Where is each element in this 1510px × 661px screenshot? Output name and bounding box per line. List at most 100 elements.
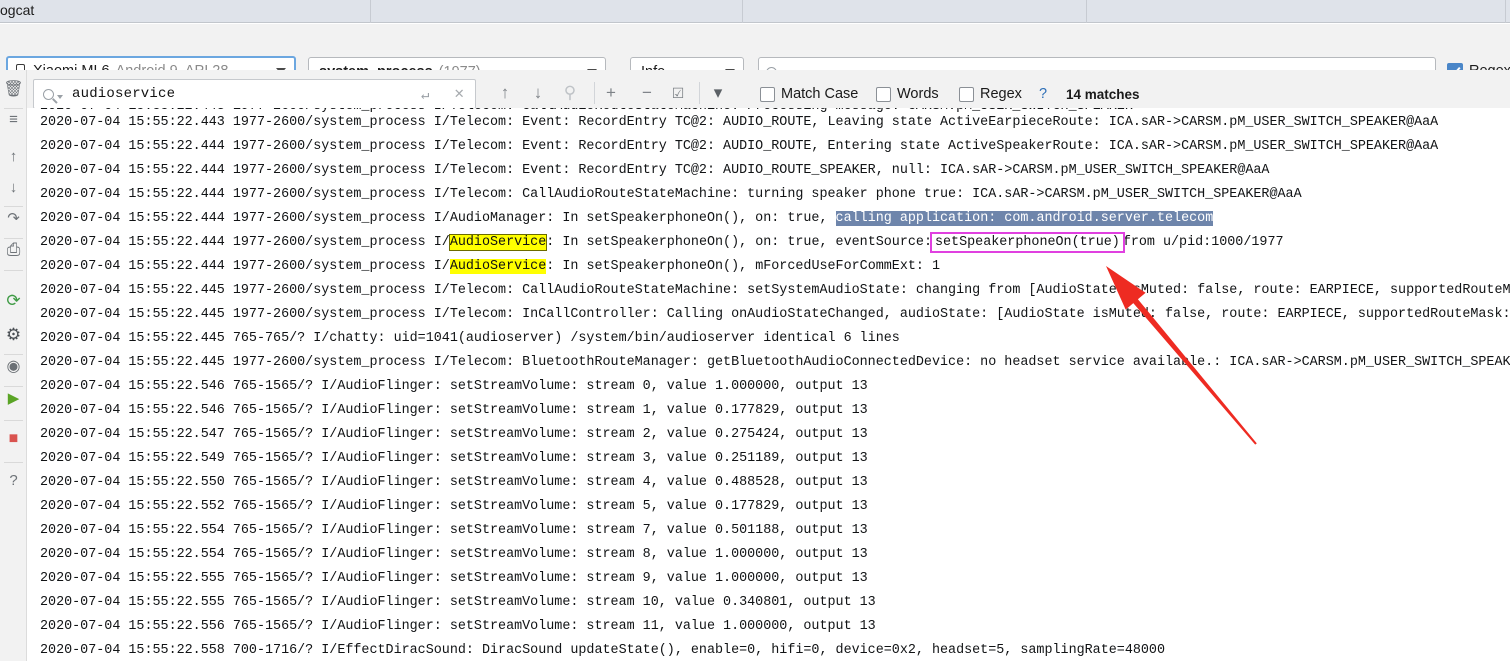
- log-text: 2020-07-04 15:55:22.445 1977-2600/system…: [40, 283, 1510, 298]
- down-icon[interactable]: ↓: [0, 179, 27, 197]
- log-text: 2020-07-04 15:55:22.445 1977-2600/system…: [40, 307, 1510, 322]
- rail-separator: [4, 386, 23, 387]
- soft-wrap-icon[interactable]: ↷: [0, 210, 27, 228]
- log-text: 2020-07-04 15:55:22.555 765-1565/? I/Aud…: [40, 595, 876, 610]
- log-line[interactable]: 2020-07-04 15:55:22.546 765-1565/? I/Aud…: [40, 403, 868, 419]
- log-line[interactable]: 2020-07-04 15:55:22.554 765-1565/? I/Aud…: [40, 523, 868, 539]
- help-icon[interactable]: ?: [0, 472, 27, 490]
- tool-window-tabstrip: ogcat: [0, 0, 1510, 23]
- log-highlight: setSpeakerphoneOn(true): [929, 232, 1125, 253]
- rail-separator: [4, 462, 23, 463]
- log-line[interactable]: 2020-07-04 15:55:22.443 1977-2600/system…: [40, 115, 1438, 131]
- rail-separator: [4, 270, 23, 271]
- logcat-filter-toolbar: Xiaomi MI 6 Android 9, API 28 system_pro…: [0, 24, 1510, 87]
- match-case-checkbox[interactable]: Match Case: [760, 86, 858, 102]
- log-text: 2020-07-04 15:55:22.445 765-765/? I/chat…: [40, 331, 900, 346]
- log-text: from u/pid:1000/1977: [1122, 235, 1284, 250]
- log-text: 2020-07-04 15:55:22.552 765-1565/? I/Aud…: [40, 499, 868, 514]
- log-text: 2020-07-04 15:55:22.554 765-1565/? I/Aud…: [40, 547, 868, 562]
- log-line[interactable]: 2020-07-04 15:55:22.547 765-1565/? I/Aud…: [40, 427, 868, 443]
- log-highlight: AudioService: [448, 234, 548, 251]
- log-text: 2020-07-04 15:55:22.555 765-1565/? I/Aud…: [40, 571, 868, 586]
- clear-logcat-icon[interactable]: 🗑: [0, 81, 27, 99]
- log-line[interactable]: 2020-07-04 15:55:22.556 765-1565/? I/Aud…: [40, 619, 876, 635]
- words-label: Words: [897, 86, 939, 102]
- scroll-to-end-icon[interactable]: ≡: [0, 111, 27, 129]
- chevron-down-icon: [57, 94, 63, 99]
- tab-logcat[interactable]: ogcat: [0, 2, 34, 18]
- log-line[interactable]: 2020-07-04 15:55:22.444 1977-2600/system…: [40, 163, 1269, 179]
- log-line[interactable]: 2020-07-04 15:55:22.444 1977-2600/system…: [40, 211, 1214, 227]
- log-line[interactable]: 2020-07-04 15:55:22.445 1977-2600/system…: [40, 283, 1510, 299]
- log-line[interactable]: 2020-07-04 15:55:22.546 765-1565/? I/Aud…: [40, 379, 868, 395]
- print-icon[interactable]: ⎙: [0, 241, 27, 259]
- check-line-icon[interactable]: ☑: [667, 83, 689, 105]
- filter-icon[interactable]: ▾: [707, 83, 729, 105]
- screen-record-icon[interactable]: ▶: [0, 390, 27, 408]
- find-query-value: audioservice: [72, 86, 176, 102]
- log-line[interactable]: 2020-07-04 15:55:22.552 765-1565/? I/Aud…: [40, 499, 868, 515]
- find-help-icon[interactable]: ?: [1039, 86, 1047, 102]
- find-next-icon[interactable]: ↓: [527, 83, 549, 105]
- log-line[interactable]: 2020-07-04 15:55:22.445 1977-2600/system…: [40, 307, 1510, 323]
- log-text: 2020-07-04 15:55:22.444 1977-2600/system…: [40, 211, 836, 226]
- tabstrip-divider: [742, 0, 743, 23]
- checkbox-icon[interactable]: [959, 86, 974, 102]
- log-line[interactable]: 2020-07-04 15:55:22.443 1977-2600/system…: [40, 108, 1133, 115]
- log-line[interactable]: 2020-07-04 15:55:22.555 765-1565/? I/Aud…: [40, 595, 876, 611]
- search-icon: [43, 88, 54, 100]
- stop-icon[interactable]: ■: [0, 430, 27, 448]
- log-line[interactable]: 2020-07-04 15:55:22.445 765-765/? I/chat…: [40, 331, 900, 347]
- log-text: 2020-07-04 15:55:22.444 1977-2600/system…: [40, 163, 1270, 178]
- add-line-icon[interactable]: +: [600, 83, 622, 105]
- close-icon[interactable]: ✕: [454, 86, 464, 102]
- log-line[interactable]: 2020-07-04 15:55:22.445 1977-2600/system…: [40, 355, 1510, 371]
- toolbar-separator: [594, 82, 595, 104]
- log-text: : In setSpeakerphoneOn(), mForcedUseForC…: [546, 259, 941, 274]
- log-line[interactable]: 2020-07-04 15:55:22.558 700-1716/? I/Eff…: [40, 643, 1165, 659]
- log-text: 2020-07-04 15:55:22.550 765-1565/? I/Aud…: [40, 475, 868, 490]
- log-line[interactable]: 2020-07-04 15:55:22.549 765-1565/? I/Aud…: [40, 451, 868, 467]
- log-text: 2020-07-04 15:55:22.445 1977-2600/system…: [40, 355, 1510, 370]
- select-all-occurrences-icon[interactable]: ⚲: [559, 83, 581, 105]
- logcat-side-toolbar: 🗑 ≡ ↑ ↓ ↷ ⎙ ⟳ ⚙ ◉ ▶ ■ ?: [0, 70, 27, 661]
- tabstrip-divider: [370, 0, 371, 23]
- words-checkbox[interactable]: Words: [876, 86, 939, 102]
- log-text: 2020-07-04 15:55:22.549 765-1565/? I/Aud…: [40, 451, 868, 466]
- regex-label: Regex: [980, 86, 1022, 102]
- screenshot-icon[interactable]: ◉: [0, 358, 27, 376]
- log-text: 2020-07-04 15:55:22.443 1977-2600/system…: [40, 115, 1439, 130]
- log-text: 2020-07-04 15:55:22.444 1977-2600/system…: [40, 187, 1302, 202]
- log-text: 2020-07-04 15:55:22.444 1977-2600/system…: [40, 139, 1439, 154]
- log-highlight: calling application: com.android.server.…: [835, 211, 1214, 226]
- remove-line-icon[interactable]: −: [636, 83, 658, 105]
- checkbox-icon[interactable]: [760, 86, 775, 102]
- logcat-output[interactable]: 2020-07-04 15:55:22.443 1977-2600/system…: [28, 108, 1510, 661]
- find-previous-icon[interactable]: ↑: [494, 83, 516, 105]
- tabstrip-divider: [1505, 0, 1506, 23]
- log-text: 2020-07-04 15:55:22.444 1977-2600/system…: [40, 235, 450, 250]
- tabstrip-divider: [1086, 0, 1087, 23]
- log-text: 2020-07-04 15:55:22.547 765-1565/? I/Aud…: [40, 427, 868, 442]
- rail-separator: [4, 206, 23, 207]
- log-line[interactable]: 2020-07-04 15:55:22.444 1977-2600/system…: [40, 139, 1438, 155]
- regex-checkbox[interactable]: Regex: [959, 86, 1022, 102]
- find-input[interactable]: audioservice ↵ ✕: [33, 79, 476, 109]
- log-line[interactable]: 2020-07-04 15:55:22.444 1977-2600/system…: [40, 259, 940, 275]
- log-text: 2020-07-04 15:55:22.554 765-1565/? I/Aud…: [40, 523, 868, 538]
- restart-icon[interactable]: ⟳: [0, 292, 27, 310]
- settings-gear-icon[interactable]: ⚙: [0, 326, 27, 344]
- log-text: : In setSpeakerphoneOn(), on: true, even…: [546, 235, 932, 250]
- up-icon[interactable]: ↑: [0, 148, 27, 166]
- log-text: 2020-07-04 15:55:22.546 765-1565/? I/Aud…: [40, 379, 868, 394]
- log-line[interactable]: 2020-07-04 15:55:22.550 765-1565/? I/Aud…: [40, 475, 868, 491]
- checkbox-icon[interactable]: [876, 86, 891, 102]
- log-line[interactable]: 2020-07-04 15:55:22.555 765-1565/? I/Aud…: [40, 571, 868, 587]
- log-text: 2020-07-04 15:55:22.443 1977-2600/system…: [40, 108, 1133, 114]
- rail-separator: [4, 108, 23, 109]
- enter-icon[interactable]: ↵: [421, 87, 437, 104]
- log-line[interactable]: 2020-07-04 15:55:22.554 765-1565/? I/Aud…: [40, 547, 868, 563]
- log-line[interactable]: 2020-07-04 15:55:22.444 1977-2600/system…: [40, 187, 1302, 203]
- match-count-label: 14 matches: [1066, 87, 1140, 102]
- log-line[interactable]: 2020-07-04 15:55:22.444 1977-2600/system…: [40, 232, 1284, 253]
